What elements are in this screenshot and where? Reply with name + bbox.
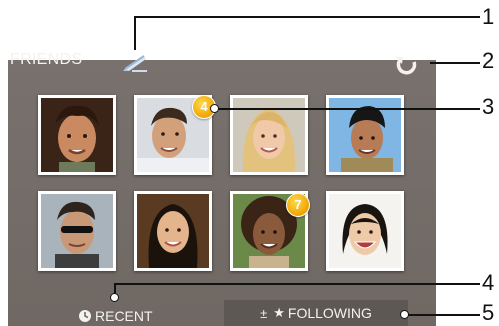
callout-dot-3 [210,104,219,113]
callout-line-1h [134,16,480,18]
friend-photo[interactable] [38,95,116,175]
callout-number-3: 3 [482,94,495,119]
callout-number-1: 1 [482,4,495,29]
friend-photo[interactable] [326,95,404,175]
friends-widget: FRIENDS 4 7 RECENT ± ★ FOLLOWING [8,51,436,326]
star-icon: ★ [273,305,285,320]
friend-photo[interactable] [38,191,116,271]
friend-photo[interactable]: 4 [134,95,216,175]
friend-photo[interactable]: 7 [230,191,310,271]
callout-number-5: 5 [482,300,495,325]
refresh-icon[interactable] [394,54,420,78]
callout-line-1 [134,16,136,50]
friend-portrait-8 [329,194,401,268]
clock-icon [79,310,91,322]
friend-photo[interactable] [134,191,212,271]
recent-label: RECENT [95,308,153,324]
widget-title: FRIENDS [10,51,83,68]
callout-line-3 [214,108,480,110]
recent-tab[interactable]: RECENT [78,306,153,326]
notification-badge: 7 [286,193,310,217]
callout-line-4 [114,283,480,285]
friend-photo[interactable] [230,95,308,175]
plus-minus-icon: ± [260,305,268,321]
following-label: FOLLOWING [287,305,372,321]
widget-header: FRIENDS [8,51,436,88]
callout-number-2: 2 [482,48,495,73]
edit-pencil-icon[interactable] [122,52,148,72]
callout-dot-4 [110,293,119,302]
callout-dot-5 [400,310,409,319]
friend-photo[interactable] [326,191,404,271]
callout-line-5 [404,314,480,316]
friend-portrait-6 [137,194,209,268]
callout-line-2 [430,62,480,64]
friend-portrait-5 [41,194,113,268]
callout-number-4: 4 [482,270,495,295]
friend-portrait-1 [41,98,113,172]
following-tab[interactable]: ± ★ FOLLOWING [224,300,408,326]
